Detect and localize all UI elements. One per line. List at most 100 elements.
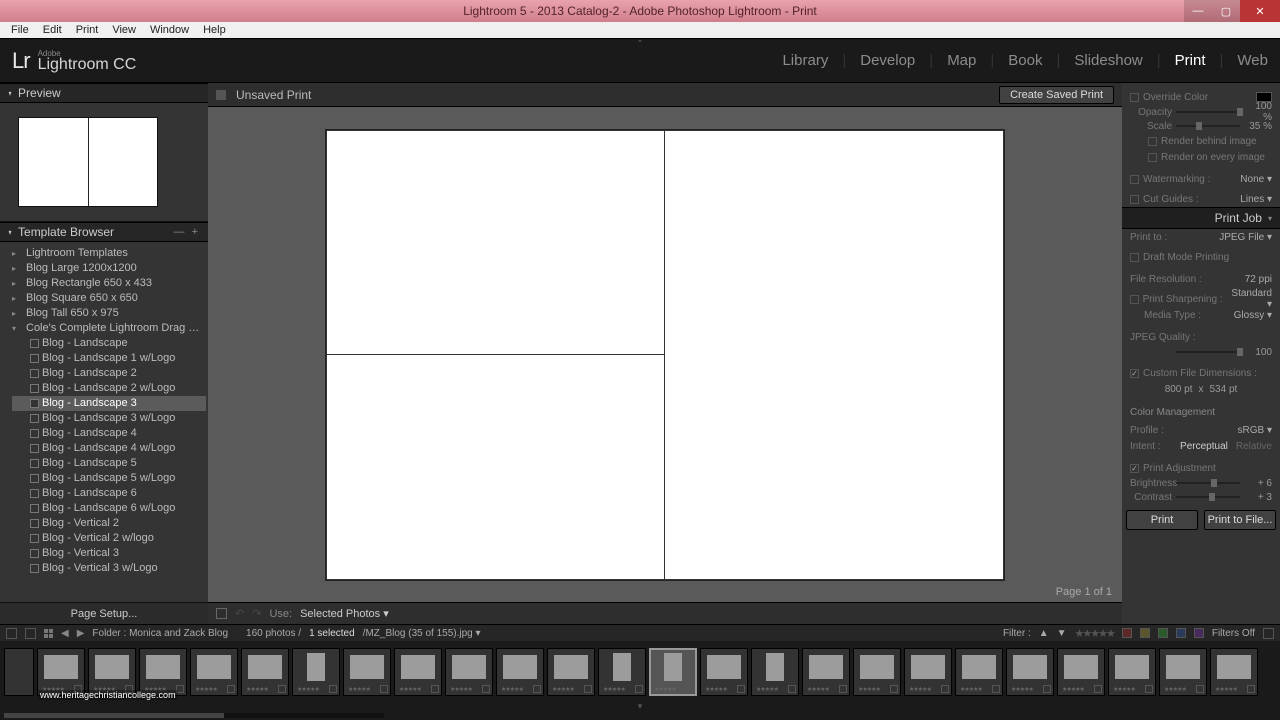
template-add-remove[interactable]: — + — [174, 226, 200, 238]
module-web[interactable]: Web — [1237, 52, 1268, 69]
module-develop[interactable]: Develop — [860, 52, 915, 69]
render-behind-check[interactable] — [1148, 137, 1157, 146]
template-item[interactable]: Blog - Landscape 6 — [12, 486, 206, 501]
scale-slider[interactable] — [1176, 125, 1240, 127]
module-slideshow[interactable]: Slideshow — [1074, 52, 1142, 69]
print-to-file-button[interactable]: Print to File... — [1204, 510, 1276, 530]
print-adj-check[interactable] — [1130, 464, 1139, 473]
filmstrip-thumb[interactable]: ★★★★★ — [343, 648, 391, 696]
menu-print[interactable]: Print — [69, 24, 106, 36]
color-filter-yellow[interactable] — [1140, 628, 1150, 638]
rotate-ccw-icon[interactable]: ↶ — [235, 607, 244, 620]
brightness-slider[interactable] — [1176, 482, 1240, 484]
filmstrip-thumb[interactable]: ★★★★★ — [190, 648, 238, 696]
template-folder[interactable]: Blog Rectangle 650 x 433 — [12, 276, 206, 291]
template-item[interactable]: Blog - Landscape 3 — [12, 396, 206, 411]
create-saved-print-button[interactable]: Create Saved Print — [999, 86, 1114, 104]
grid-view-icon[interactable] — [44, 629, 53, 638]
minimize-button[interactable]: — — [1184, 0, 1212, 22]
file-res-value[interactable]: 72 ppi — [1245, 274, 1272, 285]
filters-off-dropdown[interactable]: Filters Off — [1212, 628, 1255, 639]
filmstrip-thumb[interactable]: ★★★★★ — [292, 648, 340, 696]
top-panel-toggle[interactable] — [625, 39, 655, 45]
preview-header[interactable]: ▾Preview — [0, 83, 208, 103]
template-browser[interactable]: Lightroom Templates Blog Large 1200x1200… — [0, 242, 208, 602]
filmstrip-thumb[interactable]: ★★★★★ — [802, 648, 850, 696]
menu-help[interactable]: Help — [196, 24, 233, 36]
jpeg-quality-slider[interactable] — [1176, 351, 1240, 353]
next-source-icon[interactable]: ▶ — [77, 628, 85, 639]
filmstrip-thumb[interactable]: ★★★★★ — [1006, 648, 1054, 696]
second-monitor-icon[interactable] — [6, 628, 17, 639]
filmstrip-thumb[interactable]: ★★★★★ — [598, 648, 646, 696]
watermarking-dropdown[interactable]: None ▾ — [1240, 174, 1272, 185]
close-button[interactable]: ✕ — [1240, 0, 1280, 22]
render-every-check[interactable] — [1148, 153, 1157, 162]
main-monitor-icon[interactable] — [25, 628, 36, 639]
flag-reject-icon[interactable]: ▼ — [1057, 628, 1067, 639]
template-item[interactable]: Blog - Landscape 4 w/Logo — [12, 441, 206, 456]
filmstrip-thumb[interactable]: ★★★★★ — [496, 648, 544, 696]
cut-guides-check[interactable] — [1130, 195, 1139, 204]
color-filter-red[interactable] — [1122, 628, 1132, 638]
intent-perceptual[interactable]: Perceptual — [1180, 441, 1228, 452]
print-cell[interactable] — [326, 130, 665, 356]
filmstrip-thumb[interactable]: ★★★★★ — [1159, 648, 1207, 696]
media-dropdown[interactable]: Glossy ▾ — [1234, 310, 1272, 321]
filmstrip-scrollbar[interactable] — [4, 713, 384, 718]
maximize-button[interactable]: ▢ — [1212, 0, 1240, 22]
template-item[interactable]: Blog - Landscape 5 — [12, 456, 206, 471]
sharpen-check[interactable] — [1130, 295, 1139, 304]
filmstrip-thumb[interactable]: ★★★★★ — [241, 648, 289, 696]
filmstrip-thumb[interactable]: ★★★★★ — [751, 648, 799, 696]
intent-relative[interactable]: Relative — [1236, 441, 1272, 452]
template-folder[interactable]: Blog Large 1200x1200 — [12, 261, 206, 276]
template-item[interactable]: Blog - Landscape — [12, 336, 206, 351]
rating-filter[interactable]: ★★★★★ — [1075, 627, 1114, 640]
print-cell[interactable] — [326, 355, 665, 580]
template-item[interactable]: Blog - Landscape 5 w/Logo — [12, 471, 206, 486]
menu-view[interactable]: View — [105, 24, 143, 36]
template-item[interactable]: Blog - Vertical 3 — [12, 546, 206, 561]
use-dropdown[interactable]: Selected Photos ▾ — [300, 607, 389, 620]
template-item[interactable]: Blog - Landscape 2 — [12, 366, 206, 381]
color-filter-purple[interactable] — [1194, 628, 1204, 638]
filmstrip-thumb[interactable]: ★★★★★ — [700, 648, 748, 696]
template-item[interactable]: Blog - Landscape 3 w/Logo — [12, 411, 206, 426]
template-folder[interactable]: Cole's Complete Lightroom Drag & Drop T.… — [12, 321, 206, 336]
prev-source-icon[interactable]: ◀ — [61, 628, 69, 639]
filmstrip-thumb[interactable]: ★★★★★ — [394, 648, 442, 696]
filmstrip-thumb[interactable]: ★★★★★ — [1108, 648, 1156, 696]
draft-mode-check[interactable] — [1130, 253, 1139, 262]
source-path[interactable]: Folder : Monica and Zack Blog — [92, 628, 228, 639]
template-item[interactable]: Blog - Landscape 4 — [12, 426, 206, 441]
filmstrip-thumb[interactable]: ★★★★★ — [445, 648, 493, 696]
custom-dim-check[interactable] — [1130, 369, 1139, 378]
filter-lock-icon[interactable] — [1263, 628, 1274, 639]
cut-guides-dropdown[interactable]: Lines ▾ — [1240, 194, 1272, 205]
module-book[interactable]: Book — [1008, 52, 1042, 69]
print-to-dropdown[interactable]: JPEG File ▾ — [1219, 232, 1272, 243]
menu-edit[interactable]: Edit — [36, 24, 69, 36]
filmstrip-thumb[interactable]: ★★★★★ — [88, 648, 136, 696]
menu-file[interactable]: File — [4, 24, 36, 36]
dim-width[interactable]: 800 pt — [1165, 384, 1193, 395]
filmstrip-thumb[interactable]: ★★★★★ — [37, 648, 85, 696]
print-cell[interactable] — [665, 130, 1004, 580]
template-item[interactable]: Blog - Landscape 2 w/Logo — [12, 381, 206, 396]
watermarking-check[interactable] — [1130, 175, 1139, 184]
filmstrip-thumb[interactable]: ★★★★★ — [955, 648, 1003, 696]
filmstrip-thumb[interactable]: ★★★★★ — [1057, 648, 1105, 696]
filmstrip-thumb[interactable]: ★★★★★ — [547, 648, 595, 696]
filmstrip-thumb[interactable]: ★★★★★ — [1210, 648, 1258, 696]
filmstrip-thumb[interactable]: ★★★★★ — [649, 648, 697, 696]
override-color-check[interactable] — [1130, 93, 1139, 102]
print-job-header[interactable]: Print Job▾ — [1122, 207, 1280, 229]
color-filter-green[interactable] — [1158, 628, 1168, 638]
page-setup-button[interactable]: Page Setup... — [0, 602, 208, 624]
template-browser-header[interactable]: ▾Template Browser— + — [0, 222, 208, 242]
rotate-cw-icon[interactable]: ↷ — [252, 607, 261, 620]
filmstrip-thumb[interactable]: ★★★★★ — [139, 648, 187, 696]
profile-dropdown[interactable]: sRGB ▾ — [1238, 425, 1272, 436]
module-print[interactable]: Print — [1175, 52, 1206, 69]
